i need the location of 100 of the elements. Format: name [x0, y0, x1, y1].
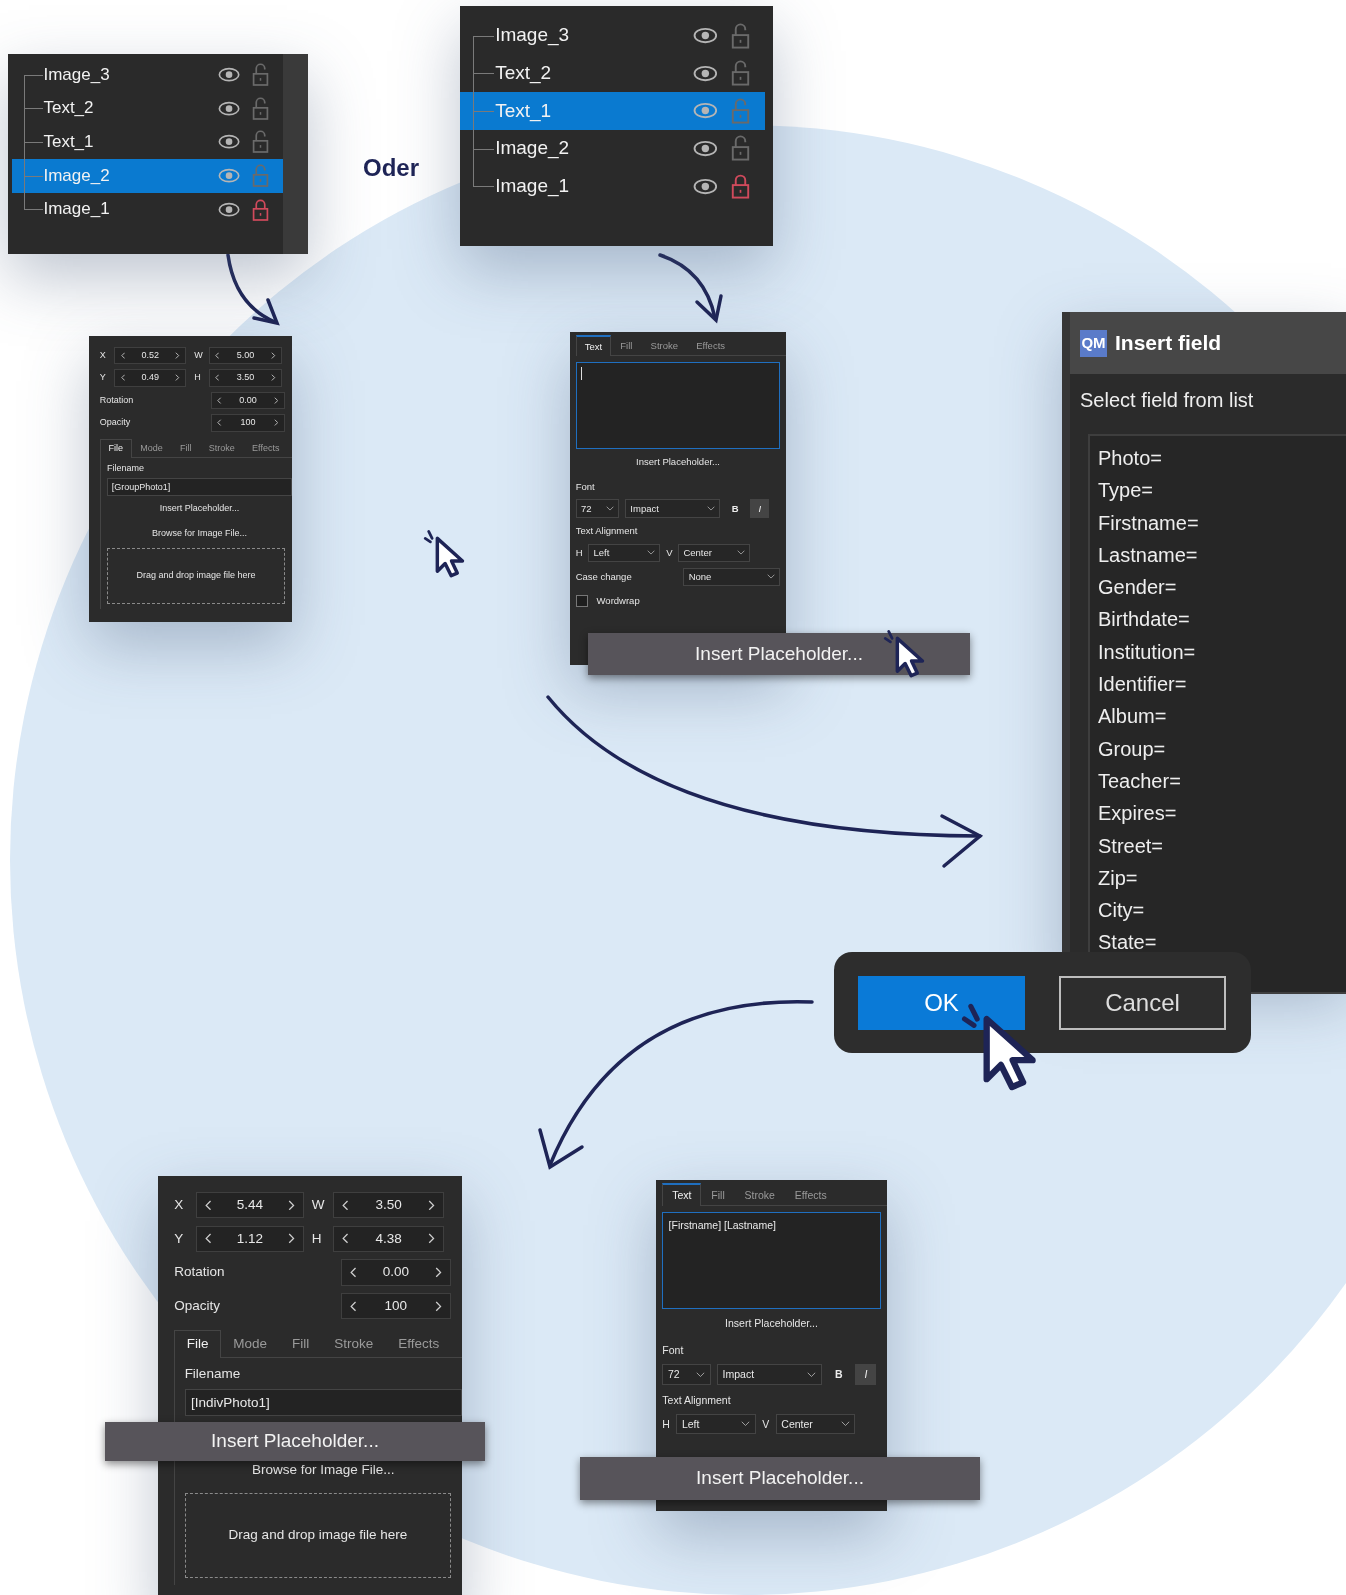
tab[interactable]: Text [575, 334, 612, 356]
number-spinner[interactable]: 1.12 [195, 1225, 304, 1252]
browse-link[interactable]: Browse for Image File... [252, 1462, 395, 1478]
list-item[interactable]: Institution= [1098, 640, 1196, 663]
insert-placeholder-link[interactable]: Insert Placeholder... [725, 1317, 818, 1329]
tab[interactable]: File [174, 1329, 221, 1358]
list-item[interactable]: City= [1098, 899, 1145, 922]
text-area[interactable]: [Firstname] [Lastname] [662, 1212, 881, 1309]
drop-zone[interactable]: Drag and drop image file here [184, 1492, 452, 1578]
tab[interactable]: Stroke [200, 438, 244, 458]
number-spinner[interactable]: 3.50 [208, 369, 283, 387]
bold-button[interactable]: B [725, 499, 745, 518]
list-item[interactable]: State= [1098, 931, 1157, 954]
bold-button[interactable]: B [828, 1364, 850, 1385]
list-item[interactable]: Group= [1098, 737, 1166, 760]
insert-placeholder-link[interactable]: Insert Placeholder... [636, 455, 720, 467]
italic-button[interactable]: I [750, 499, 770, 518]
tab[interactable]: Effects [784, 1183, 837, 1207]
number-spinner[interactable]: 4.38 [333, 1225, 445, 1252]
insert-placeholder-link[interactable]: Insert Placeholder... [159, 503, 240, 514]
cancel-button[interactable]: Cancel [1059, 975, 1226, 1030]
dropdown[interactable]: Impact [625, 499, 721, 518]
layer-row[interactable]: Image_1 [12, 192, 283, 227]
browse-link[interactable]: Browse for Image File... [152, 527, 248, 538]
tab[interactable]: Fill [279, 1329, 322, 1358]
dropdown[interactable]: None [683, 567, 781, 587]
field-label: Text Alignment [575, 525, 638, 537]
dropdown[interactable]: Center [775, 1413, 856, 1435]
number-spinner[interactable]: 5.00 [208, 346, 283, 365]
tab[interactable]: Text [662, 1183, 702, 1207]
chevron-down-icon [767, 574, 776, 580]
tab[interactable]: Fill [701, 1183, 735, 1207]
number-spinner[interactable]: 0.52 [114, 346, 187, 365]
layer-row[interactable]: Image_3 [460, 17, 765, 55]
list-item[interactable]: Street= [1098, 834, 1164, 857]
chevron-right-icon [175, 374, 180, 382]
italic-button[interactable]: I [855, 1364, 877, 1385]
filename-field[interactable]: [GroupPhoto1] [107, 478, 292, 497]
list-item[interactable]: Zip= [1098, 866, 1138, 889]
field-label: Text Alignment [662, 1393, 731, 1406]
tab[interactable]: Effects [385, 1329, 452, 1358]
eye-icon [692, 102, 718, 120]
dropdown[interactable]: Center [678, 543, 751, 563]
layer-row[interactable]: Image_1 [460, 167, 765, 206]
dropdown[interactable]: Left [676, 1413, 756, 1435]
checkbox[interactable] [575, 594, 589, 607]
number-spinner[interactable]: 3.50 [333, 1191, 445, 1219]
tab[interactable]: Fill [171, 438, 201, 458]
dropdown[interactable]: Left [588, 543, 661, 563]
number-spinner[interactable]: 0.49 [114, 369, 187, 387]
number-spinner[interactable]: 0.00 [340, 1259, 452, 1286]
tab[interactable]: File [99, 438, 132, 458]
layer-name: Text_1 [43, 131, 94, 153]
tab[interactable]: Effects [243, 438, 289, 458]
field-label: Font [575, 480, 595, 492]
insert-placeholder-button[interactable]: Insert Placeholder... [580, 1457, 980, 1500]
number-spinner[interactable]: 100 [340, 1293, 452, 1320]
tab[interactable]: Fill [611, 334, 642, 356]
dropdown[interactable]: Impact [716, 1364, 822, 1385]
field-label: Rotation [174, 1264, 226, 1281]
tab[interactable]: Stroke [321, 1329, 386, 1358]
filename-field[interactable]: [IndivPhoto1] [184, 1388, 462, 1416]
text-area[interactable] [575, 361, 781, 449]
layer-row[interactable]: Image_2 [12, 158, 283, 193]
list-item[interactable]: Firstname= [1098, 511, 1199, 534]
list-item[interactable]: Teacher= [1098, 769, 1181, 792]
field-label: V [762, 1417, 770, 1431]
layer-row[interactable]: Text_2 [460, 54, 765, 93]
insert-placeholder-button[interactable]: Insert Placeholder... [588, 633, 970, 675]
tab[interactable]: Effects [687, 334, 735, 356]
dropdown[interactable]: 72 [575, 499, 620, 518]
tab[interactable]: Stroke [641, 334, 688, 356]
layer-row[interactable]: Text_1 [460, 92, 765, 130]
layer-row[interactable]: Image_3 [12, 58, 283, 92]
list-item[interactable]: Photo= [1098, 447, 1162, 469]
tab[interactable]: Stroke [734, 1183, 785, 1207]
layer-row[interactable]: Image_2 [460, 129, 765, 168]
dropdown[interactable]: 72 [662, 1364, 711, 1385]
drop-zone[interactable]: Drag and drop image file here [107, 547, 285, 605]
ok-button[interactable]: OK [858, 975, 1025, 1030]
insert-placeholder-button[interactable]: Insert Placeholder... [105, 1422, 485, 1461]
layer-row[interactable]: Text_2 [12, 91, 283, 126]
list-item[interactable]: Album= [1098, 705, 1167, 728]
list-item[interactable]: Identifier= [1098, 673, 1187, 696]
list-item[interactable]: Type= [1098, 479, 1154, 502]
list-item[interactable]: Gender= [1098, 576, 1177, 599]
chevron-right-icon [271, 374, 276, 382]
layer-name: Image_2 [495, 137, 570, 161]
number-spinner[interactable]: 5.44 [195, 1191, 304, 1219]
list-item[interactable]: Birthdate= [1098, 608, 1190, 631]
list-item[interactable]: Lastname= [1098, 543, 1198, 566]
list-item[interactable]: Expires= [1098, 802, 1177, 825]
number-spinner[interactable]: 0.00 [211, 391, 285, 410]
tab[interactable]: Mode [220, 1329, 280, 1358]
chevron-left-icon [349, 1300, 357, 1312]
tab[interactable]: Mode [131, 438, 172, 458]
separator-label: Oder [363, 153, 419, 183]
number-spinner[interactable]: 100 [211, 414, 285, 432]
layer-name: Image_2 [43, 165, 110, 186]
layer-row[interactable]: Text_1 [12, 125, 283, 159]
